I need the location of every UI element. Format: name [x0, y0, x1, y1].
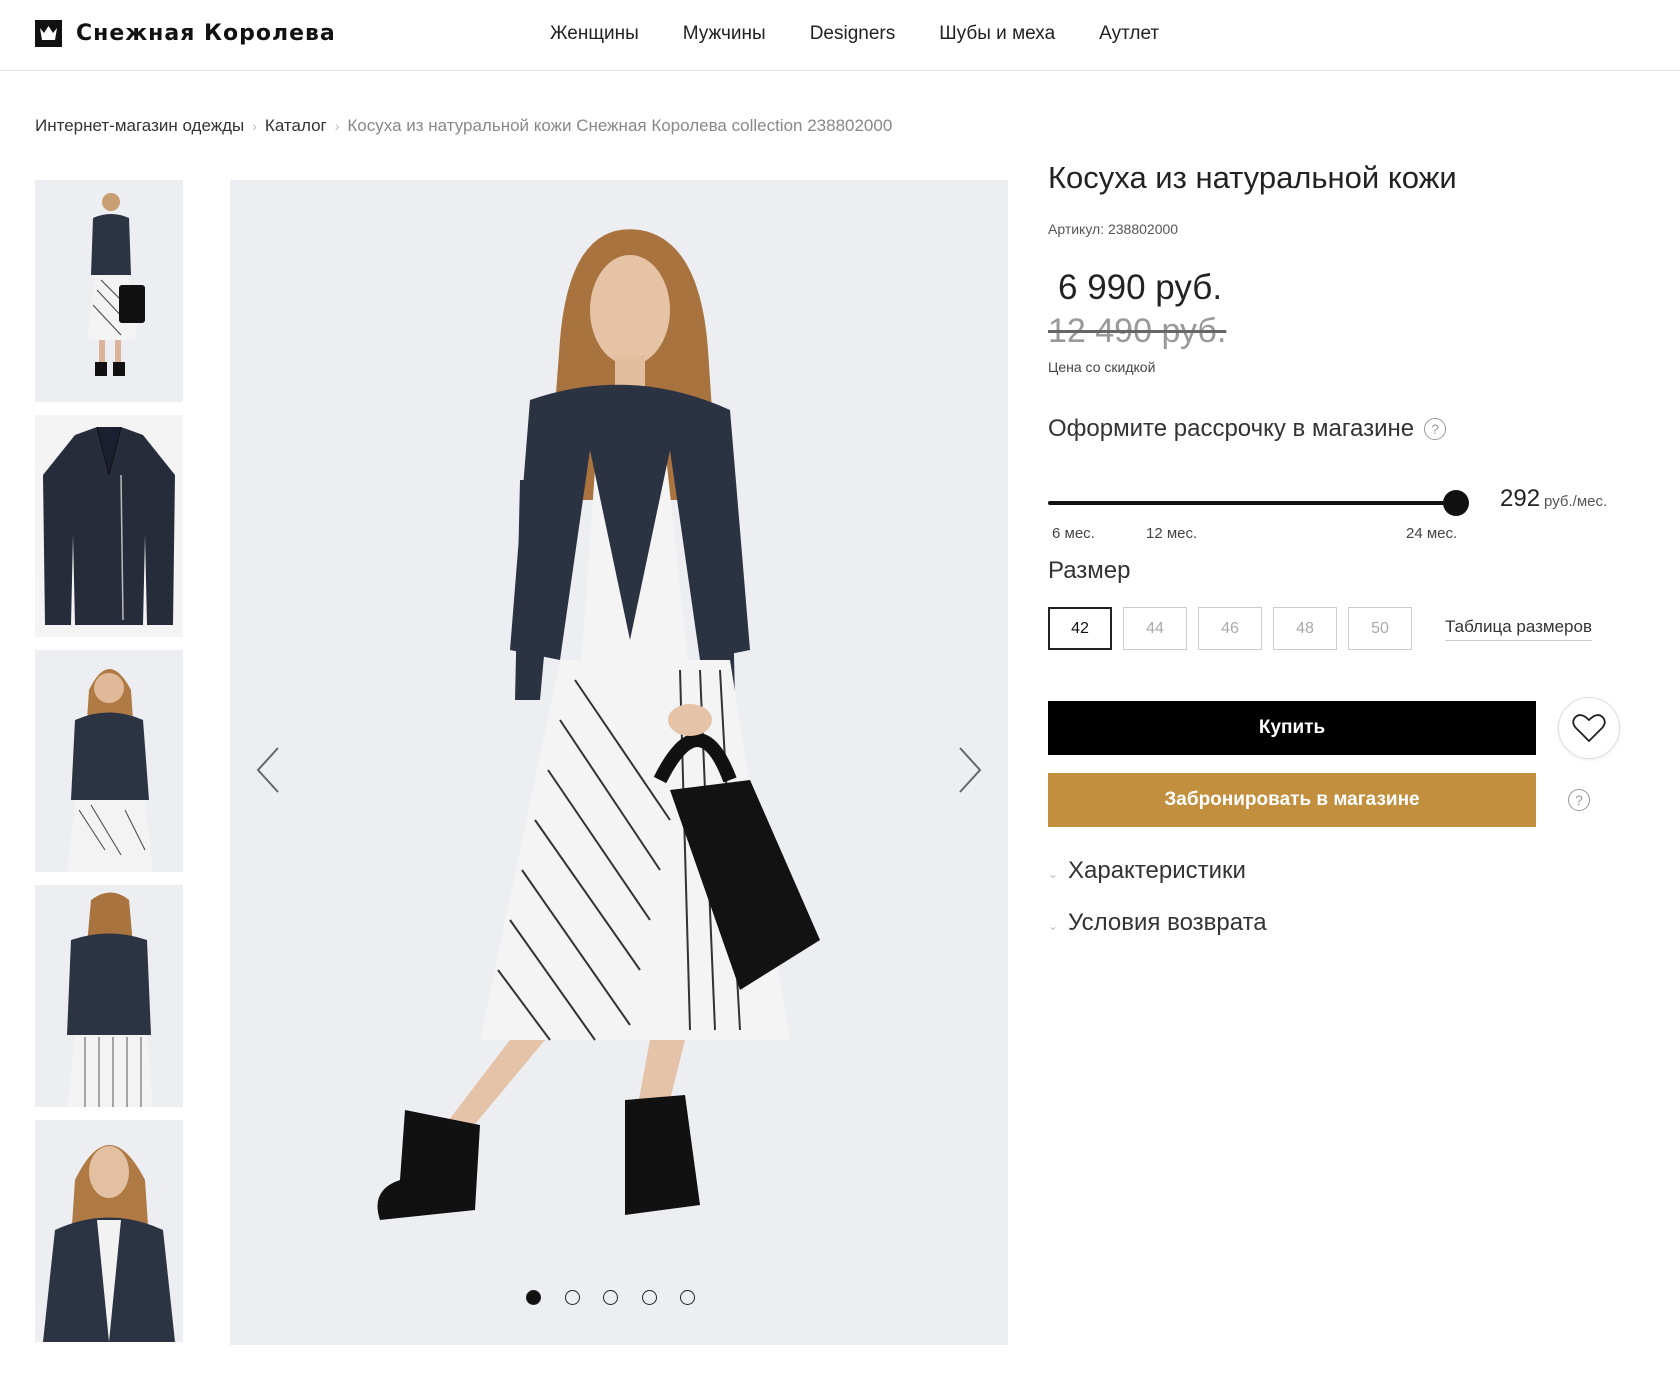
- thumbnail-upper-body[interactable]: [35, 650, 183, 872]
- site-header: Снежная Королева Женщины Мужчины Designe…: [0, 0, 1680, 71]
- chevron-down-icon: ⌄: [1048, 867, 1059, 881]
- nav-outlet[interactable]: Аутлет: [1099, 23, 1159, 45]
- slide-dot-2[interactable]: [564, 1290, 580, 1305]
- accordion-label: Условия возврата: [1068, 909, 1267, 936]
- buy-row: Купить: [1048, 697, 1648, 759]
- monthly-payment: 292 руб./мес.: [1500, 485, 1607, 513]
- tick-24-months: 24 мес.: [1406, 525, 1458, 542]
- monthly-payment-amount: 292: [1500, 485, 1541, 512]
- heart-icon: [1572, 714, 1606, 743]
- breadcrumb-separator-icon: ›: [334, 118, 340, 134]
- installment-slider: 292 руб./мес. 6 мес. 12 мес. 24 мес.: [1048, 483, 1648, 553]
- product-title: Косуха из натуральной кожи: [1048, 160, 1457, 195]
- chevron-down-icon: ⌄: [1048, 919, 1059, 933]
- buy-button[interactable]: Купить: [1048, 701, 1536, 755]
- discount-label: Цена со скидкой: [1048, 359, 1156, 375]
- size-option-44[interactable]: 44: [1123, 607, 1187, 650]
- thumbnail-full-look[interactable]: [35, 180, 183, 402]
- logo[interactable]: Снежная Королева: [35, 20, 336, 47]
- breadcrumb-catalog[interactable]: Каталог: [265, 116, 327, 136]
- accordion-label: Характеристики: [1068, 857, 1246, 884]
- nav-women[interactable]: Женщины: [550, 23, 639, 45]
- old-price: 12 490 руб.: [1048, 312, 1227, 350]
- thumbnail-jacket-front[interactable]: [35, 415, 183, 637]
- nav-men[interactable]: Мужчины: [683, 23, 766, 45]
- size-option-46[interactable]: 46: [1198, 607, 1262, 650]
- slider-handle[interactable]: [1443, 490, 1469, 516]
- nav-furs[interactable]: Шубы и меха: [939, 23, 1055, 45]
- breadcrumb: Интернет-магазин одежды › Каталог › Косу…: [35, 116, 892, 136]
- chevron-left-icon: [256, 747, 279, 793]
- breadcrumb-current: Косуха из натуральной кожи Снежная Корол…: [347, 116, 893, 135]
- info-accordion: ⌄ Характеристики ⌄ Условия возврата: [1048, 857, 1648, 937]
- thumbnail-back-view[interactable]: [35, 885, 183, 1107]
- accordion-characteristics[interactable]: ⌄ Характеристики: [1048, 857, 1648, 885]
- installment-label: Оформите рассрочку в магазине: [1048, 415, 1415, 442]
- logo-text: Снежная Королева: [76, 21, 336, 46]
- product-article: Артикул: 238802000: [1048, 221, 1179, 237]
- favorite-button[interactable]: [1558, 697, 1620, 759]
- product-panel: Косуха из натуральной кожи Артикул: 2388…: [1048, 160, 1648, 961]
- current-price: 6 990 руб.: [1058, 268, 1223, 307]
- crown-logo-icon: [35, 20, 62, 47]
- help-icon[interactable]: ?: [1568, 789, 1590, 811]
- size-option-42[interactable]: 42: [1048, 607, 1112, 650]
- help-icon[interactable]: ?: [1424, 418, 1447, 440]
- accordion-return-policy[interactable]: ⌄ Условия возврата: [1048, 909, 1648, 937]
- tick-12-months: 12 мес.: [1146, 525, 1198, 542]
- breadcrumb-home[interactable]: Интернет-магазин одежды: [35, 116, 244, 136]
- size-table-link[interactable]: Таблица размеров: [1445, 617, 1592, 641]
- tick-6-months: 6 мес.: [1052, 525, 1095, 542]
- thumbnail-closeup[interactable]: [35, 1120, 183, 1342]
- reserve-button[interactable]: Забронировать в магазине: [1048, 773, 1536, 827]
- main-product-image[interactable]: [230, 180, 1008, 1345]
- prev-image-button[interactable]: [248, 740, 288, 800]
- slide-dot-1[interactable]: [526, 1290, 541, 1305]
- slide-dot-5[interactable]: [680, 1290, 695, 1305]
- model-photo-illustration: [377, 229, 820, 1220]
- breadcrumb-separator-icon: ›: [252, 118, 257, 134]
- size-label: Размер: [1048, 557, 1131, 584]
- size-option-48[interactable]: 48: [1273, 607, 1337, 650]
- size-selector: 42 44 46 48 50 Таблица размеров: [1048, 607, 1648, 650]
- size-option-50[interactable]: 50: [1348, 607, 1412, 650]
- chevron-right-icon: [959, 747, 982, 793]
- main-nav: Женщины Мужчины Designers Шубы и меха Ау…: [550, 23, 1203, 45]
- slide-dot-4[interactable]: [641, 1290, 657, 1305]
- slide-dot-3[interactable]: [603, 1290, 618, 1305]
- thumbnail-list: [35, 180, 183, 1355]
- next-image-button[interactable]: [950, 740, 990, 800]
- slider-track[interactable]: [1048, 501, 1458, 505]
- reserve-row: Забронировать в магазине ?: [1048, 773, 1648, 827]
- nav-designers[interactable]: Designers: [810, 23, 896, 45]
- slide-dots: [526, 1290, 719, 1305]
- monthly-payment-unit: руб./мес.: [1544, 493, 1608, 510]
- installment-heading: Оформите рассрочку в магазине ?: [1048, 415, 1648, 443]
